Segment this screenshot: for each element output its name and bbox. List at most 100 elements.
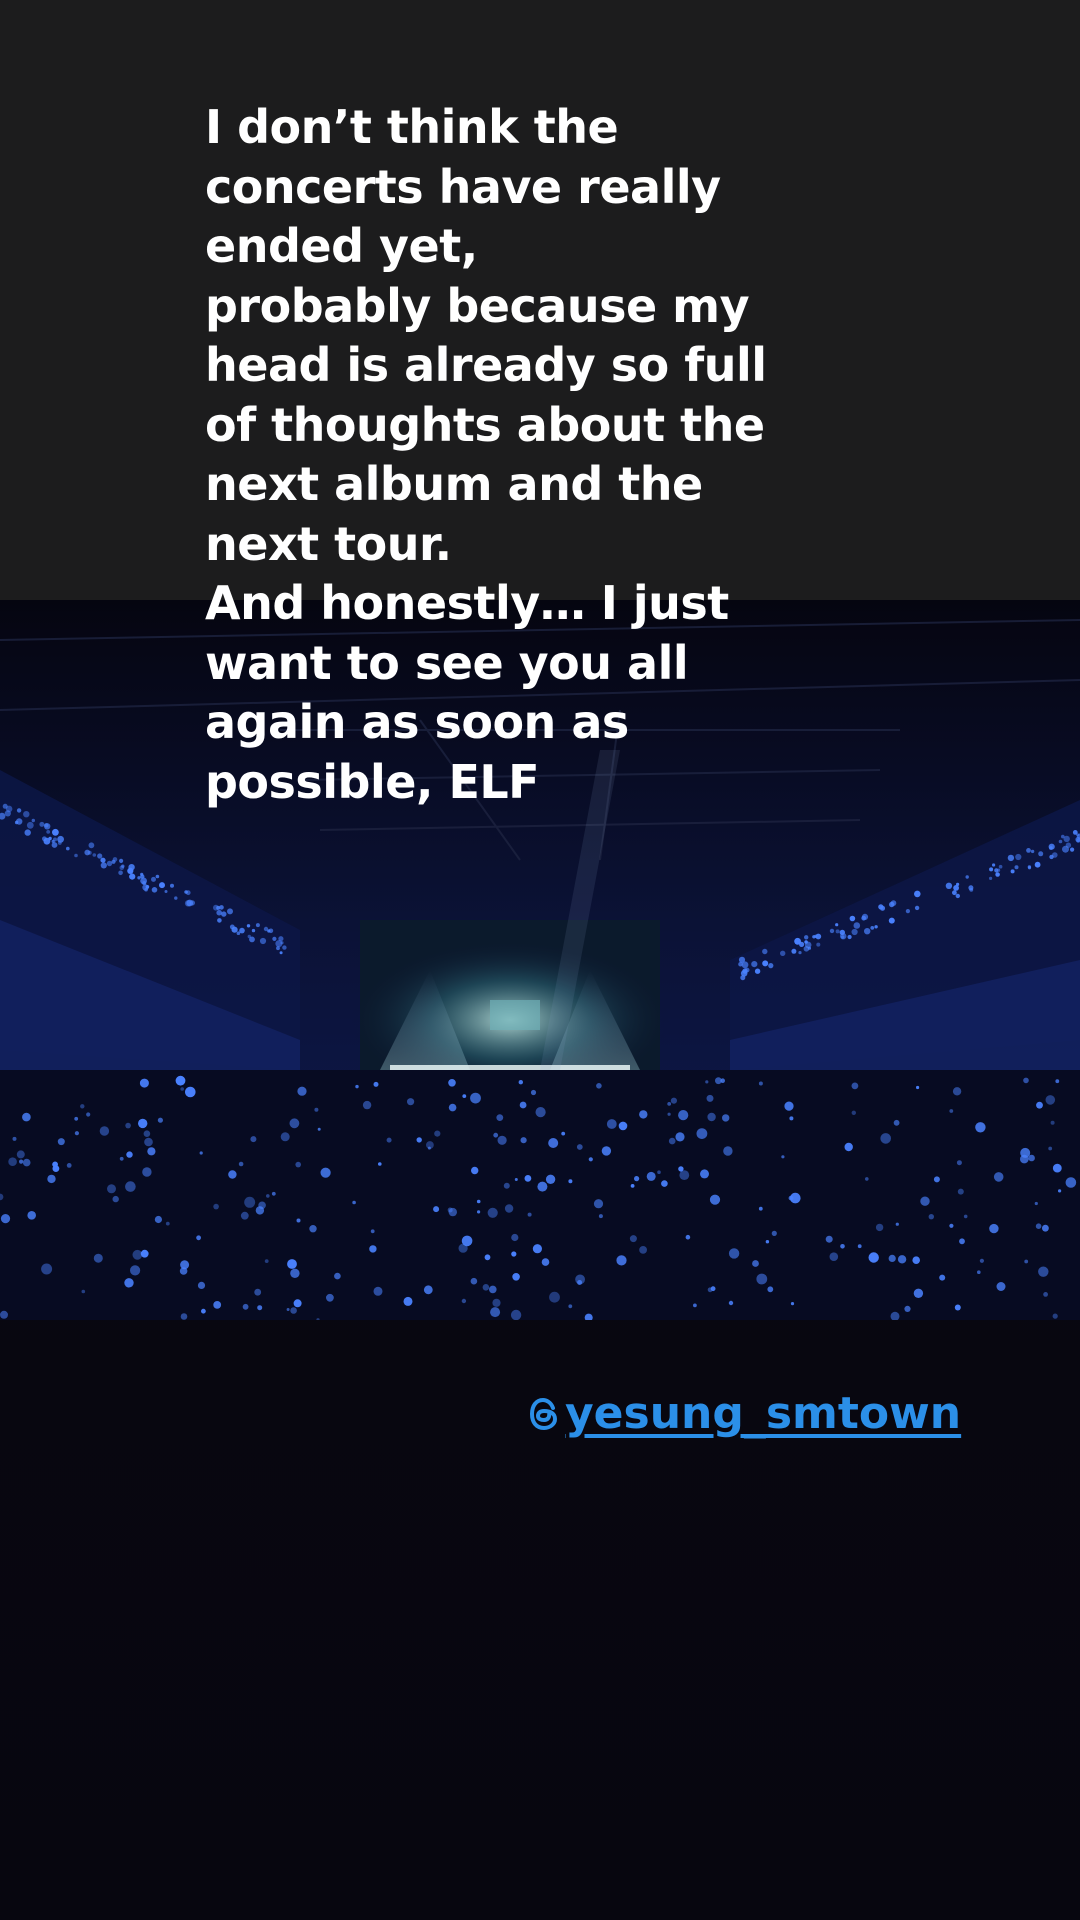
lightstick-glow xyxy=(771,1230,777,1236)
lightstick-glow xyxy=(1038,1266,1049,1277)
lightstick-glow xyxy=(888,1254,896,1262)
lightstick-glow xyxy=(470,1092,481,1104)
lightstick-glow xyxy=(949,1223,954,1228)
caption-line: I don’t think the xyxy=(205,100,619,154)
lightstick-glow xyxy=(751,961,758,968)
lightstick-glow xyxy=(81,1289,86,1294)
lightstick-glow xyxy=(80,1104,85,1109)
lightstick-glow xyxy=(31,818,35,823)
lightstick-glow xyxy=(111,859,116,864)
lightstick-glow xyxy=(1058,1189,1062,1193)
mention-handle[interactable]: yesung_smtown xyxy=(565,1384,961,1444)
lightstick-glow xyxy=(139,1078,149,1088)
lightstick-glow xyxy=(227,908,233,915)
lightstick-glow xyxy=(767,1286,774,1293)
lightstick-glow xyxy=(530,1089,537,1096)
lightstick-glow xyxy=(448,1103,457,1112)
lightstick-glow xyxy=(180,1313,188,1320)
lightstick-glow xyxy=(754,968,761,974)
lightstick-glow xyxy=(939,1274,946,1281)
lightstick-glow xyxy=(143,1130,151,1137)
lightstick-glow xyxy=(144,887,148,892)
lightstick-glow xyxy=(1052,852,1058,858)
lightstick-glow xyxy=(280,941,284,945)
lightstick-glow xyxy=(125,1181,136,1192)
lightstick-glow xyxy=(1030,849,1035,854)
lightstick-glow xyxy=(514,1178,518,1181)
lightstick-glow xyxy=(100,862,107,869)
lightstick-glow xyxy=(314,1107,319,1112)
lightstick-glow xyxy=(286,1308,290,1311)
lightstick-glow xyxy=(155,874,160,879)
lightstick-glow xyxy=(426,1141,434,1149)
lightstick-glow xyxy=(839,929,845,936)
lightstick-glow xyxy=(989,867,994,872)
lightstick-glow xyxy=(471,1166,479,1175)
lightstick-glow xyxy=(537,1181,548,1192)
lightstick-glow xyxy=(174,896,178,900)
caption-line: And honestly… I just xyxy=(205,576,729,630)
lightstick-glow xyxy=(279,951,283,955)
lightstick-glow xyxy=(320,1167,331,1178)
lightstick-glow xyxy=(897,1255,907,1264)
lightstick-glow xyxy=(904,1305,911,1312)
lightstick-glow xyxy=(41,1263,53,1275)
lightstick-glow xyxy=(965,875,969,879)
lightstick-glow xyxy=(968,885,974,891)
lightstick-glow xyxy=(151,887,158,893)
caption-line: next album and the xyxy=(205,457,703,511)
lightstick-glow xyxy=(280,1132,290,1142)
lightstick-glow xyxy=(1023,1077,1029,1084)
lightstick-glow xyxy=(667,1102,672,1106)
lightstick-glow xyxy=(707,1112,716,1122)
lightstick-glow xyxy=(447,1207,453,1213)
lightstick-glow xyxy=(86,1112,91,1117)
lightstick-glow xyxy=(804,935,809,940)
lightstick-glow xyxy=(213,1203,219,1210)
lightstick-glow xyxy=(74,853,78,858)
lightstick-glow xyxy=(728,1248,740,1259)
lightstick-glow xyxy=(369,1245,377,1253)
story-canvas: I don’t think the concerts have really e… xyxy=(0,0,1080,1920)
lightstick-glow xyxy=(97,853,103,859)
lightstick-glow xyxy=(12,1136,17,1141)
lightstick-glow xyxy=(93,1253,103,1263)
lightstick-glow xyxy=(138,1118,148,1129)
lightstick-glow xyxy=(22,1158,31,1167)
lightstick-glow xyxy=(16,808,22,813)
lightstick-glow xyxy=(2,803,8,809)
lightstick-glow xyxy=(949,1109,954,1113)
lightstick-glow xyxy=(511,1251,517,1257)
lightstick-glow xyxy=(768,963,774,969)
threads-mention-link[interactable]: yesung_smtown xyxy=(527,1384,961,1444)
lightstick-glow xyxy=(532,1244,543,1254)
lightstick-glow xyxy=(849,915,856,922)
lightstick-glow xyxy=(639,1110,648,1119)
lightstick-glow xyxy=(914,905,920,911)
lightstick-glow xyxy=(489,1285,497,1294)
lightstick-glow xyxy=(634,1176,640,1182)
lightstick-glow xyxy=(434,1130,441,1137)
caption-line: probably because my xyxy=(205,278,750,333)
caption-line: ended yet, xyxy=(205,219,478,273)
lightstick-glow xyxy=(22,1112,31,1122)
lightstick-glow xyxy=(840,1244,845,1249)
lightstick-glow xyxy=(263,926,269,932)
lightstick-glow xyxy=(905,909,911,914)
lightstick-glow xyxy=(548,1138,559,1148)
lightstick-glow xyxy=(639,1246,647,1254)
lightstick-glow xyxy=(228,1170,237,1179)
lightstick-glow xyxy=(975,1122,986,1133)
lightstick-glow xyxy=(100,857,106,863)
lightstick-glow xyxy=(1015,853,1022,861)
lightstick-glow xyxy=(373,1286,383,1296)
lightstick-glow xyxy=(119,865,125,871)
lightstick-glow xyxy=(46,830,51,834)
lightstick-glow xyxy=(196,1235,202,1241)
lightstick-glow xyxy=(524,1175,532,1182)
lightstick-glow xyxy=(700,1169,709,1179)
lightstick-glow xyxy=(1058,839,1063,844)
lightstick-glow xyxy=(956,882,960,886)
lightstick-glow xyxy=(229,924,235,930)
lightstick-glow xyxy=(956,1160,962,1166)
